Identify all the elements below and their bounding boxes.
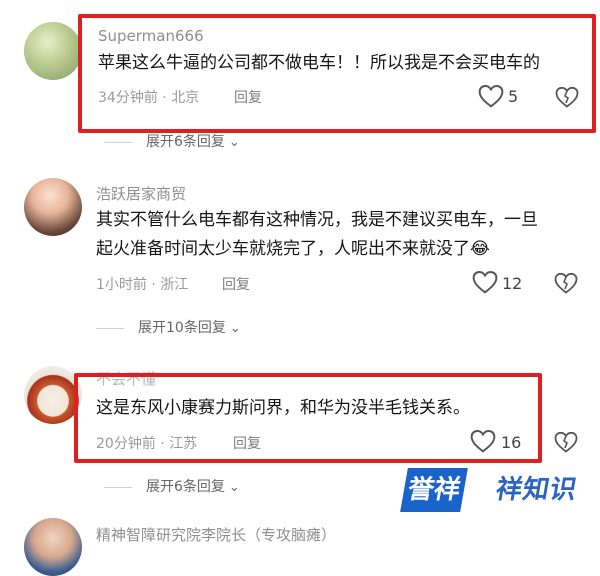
comment-time: 34分钟前: [98, 90, 158, 106]
comment-text-line2: 起火准备时间太少车就烧完了，人呢出不来就没了😂: [96, 234, 490, 265]
laughing-crying-emoji-icon: 😂: [470, 239, 490, 259]
watermark-text: 祥知识: [493, 475, 580, 505]
chevron-down-icon: ⌄: [229, 321, 241, 336]
comment-meta: 20分钟前 · 江苏: [96, 433, 197, 453]
comment-text-line2-text: 起火准备时间太少车就烧完了，人呢出不来就没了: [96, 239, 470, 259]
meta-separator: ·: [162, 90, 167, 106]
like-heart-icon[interactable]: [472, 270, 498, 294]
expand-replies-button[interactable]: 展开10条回复 ⌄: [96, 317, 241, 337]
expand-replies-button[interactable]: 展开6条回复 ⌄: [104, 131, 240, 151]
comment-username[interactable]: 不会不懂: [96, 368, 156, 389]
comment-location: 北京: [171, 90, 200, 106]
watermark-logo: 誉祥 祥知识: [400, 458, 584, 522]
comment-username[interactable]: Superman666: [98, 27, 204, 45]
dislike-broken-heart-icon[interactable]: [554, 271, 578, 295]
like-count: 12: [502, 274, 523, 293]
like-heart-icon[interactable]: [478, 84, 504, 108]
like-count: 16: [501, 433, 522, 452]
watermark-badge: 誉祥: [400, 468, 468, 512]
divider-line: [96, 327, 124, 329]
divider-line: [104, 486, 132, 488]
like-count: 5: [508, 87, 519, 106]
reply-button[interactable]: 回复: [233, 433, 261, 453]
dislike-broken-heart-icon[interactable]: [555, 85, 579, 109]
comment-location: 江苏: [169, 436, 198, 452]
comment-meta: 1小时前 · 浙江: [96, 274, 188, 294]
comment-text-line1: 其实不管什么电车都有这种情况，我是不建议买电车，一旦: [96, 210, 538, 230]
expand-replies-button[interactable]: 展开6条回复 ⌄: [104, 476, 240, 496]
comment-text: 苹果这么牛逼的公司都不做电车！！所以我是不会买电车的: [98, 53, 540, 73]
chevron-down-icon: ⌄: [228, 135, 240, 150]
chevron-down-icon: ⌄: [228, 480, 240, 495]
comment-time: 1小时前: [96, 277, 147, 293]
divider-line: [104, 141, 132, 143]
comment-username[interactable]: 浩跃居家商贸: [96, 183, 186, 204]
comment-text: 这是东风小康赛力斯问界，和华为没半毛钱关系。: [96, 398, 470, 418]
comment-meta: 34分钟前 · 北京: [98, 87, 199, 107]
reply-button[interactable]: 回复: [222, 274, 250, 294]
avatar[interactable]: [24, 366, 82, 424]
expand-replies-label: 展开6条回复: [146, 479, 225, 495]
avatar[interactable]: [24, 518, 82, 576]
expand-replies-label: 展开10条回复: [138, 320, 226, 336]
expand-replies-label: 展开6条回复: [146, 134, 225, 150]
comment-time: 20分钟前: [96, 436, 156, 452]
reply-button[interactable]: 回复: [234, 87, 262, 107]
meta-separator: ·: [160, 436, 165, 452]
comment-location: 浙江: [160, 277, 189, 293]
like-heart-icon[interactable]: [470, 429, 496, 453]
dislike-broken-heart-icon[interactable]: [554, 430, 578, 454]
avatar[interactable]: [24, 178, 82, 236]
meta-separator: ·: [151, 277, 156, 293]
avatar[interactable]: [24, 22, 82, 80]
